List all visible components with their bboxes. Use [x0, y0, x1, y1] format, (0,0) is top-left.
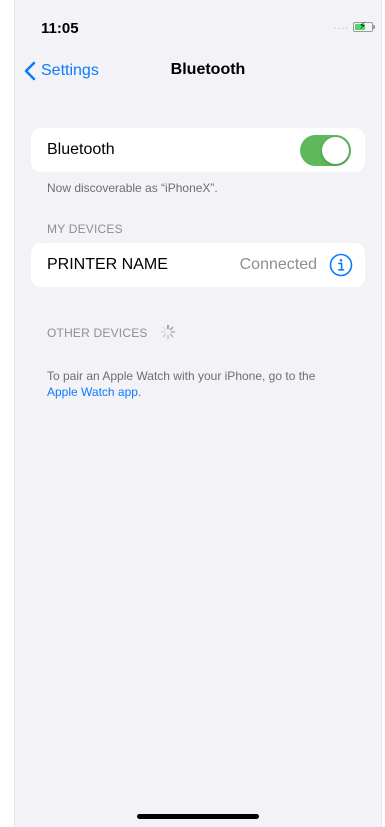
my-devices-group: PRINTER NAME Connected: [31, 243, 365, 287]
status-time: 11:05: [41, 20, 79, 37]
signal-icon: ....: [333, 21, 349, 32]
navigation-bar: Settings Bluetooth: [15, 52, 381, 92]
my-devices-header: MY DEVICES: [47, 222, 123, 236]
device-frame: 11:05 .... ⚡ Settings Bluetooth Bluetoot…: [0, 0, 385, 827]
settings-screen: 11:05 .... ⚡ Settings Bluetooth Bluetoot…: [14, 0, 382, 827]
charging-bolt-icon: ⚡: [359, 21, 367, 32]
home-indicator[interactable]: [137, 814, 259, 819]
info-circle-icon[interactable]: [329, 253, 353, 277]
pair-note-suffix: .: [137, 385, 142, 399]
bluetooth-label: Bluetooth: [47, 141, 115, 158]
discoverable-text: Now discoverable as “iPhoneX”.: [47, 181, 218, 195]
activity-spinner-icon: [160, 324, 176, 340]
page-title: Bluetooth: [170, 61, 246, 78]
bluetooth-row: Bluetooth: [31, 128, 365, 172]
bluetooth-toggle[interactable]: [300, 135, 351, 166]
device-status: Connected: [239, 256, 317, 273]
apple-watch-pair-note: To pair an Apple Watch with your iPhone,…: [47, 368, 365, 400]
bluetooth-group: Bluetooth: [31, 128, 365, 172]
battery-charging-icon: ⚡: [353, 21, 375, 32]
device-name: PRINTER NAME: [47, 256, 168, 273]
pair-note-text: To pair an Apple Watch with your iPhone,…: [47, 369, 316, 383]
apple-watch-app-link[interactable]: Apple Watch app: [47, 385, 138, 399]
device-row[interactable]: PRINTER NAME Connected: [31, 243, 365, 287]
toggle-knob: [322, 137, 349, 164]
other-devices-header: OTHER DEVICES: [47, 326, 148, 340]
status-indicators: .... ⚡: [333, 21, 375, 32]
status-bar: 11:05 .... ⚡: [15, 0, 381, 52]
